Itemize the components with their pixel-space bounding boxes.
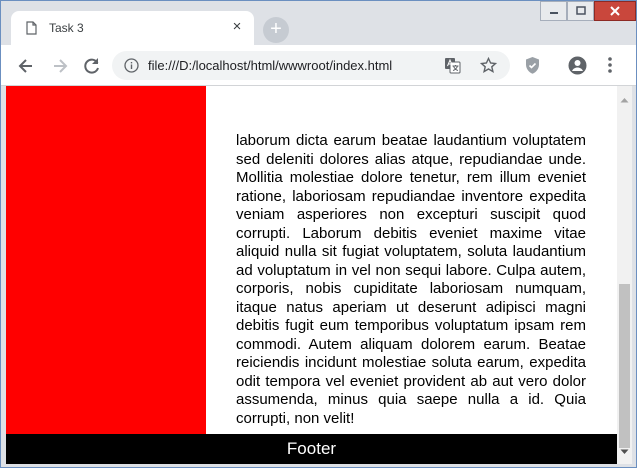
page-footer: Footer xyxy=(6,434,617,464)
close-tab-icon[interactable]: × xyxy=(228,18,246,36)
shield-extension-icon[interactable] xyxy=(524,56,541,80)
maximize-icon xyxy=(575,6,586,15)
tab-task-3[interactable]: Task 3 × xyxy=(11,11,254,45)
browser-window: Task 3 × + file:///D:/localhost/html/www xyxy=(0,0,637,468)
address-bar[interactable]: file:///D:/localhost/html/wwwroot/index.… xyxy=(112,51,510,80)
red-sidebar xyxy=(6,86,206,434)
info-icon[interactable] xyxy=(124,58,139,78)
scrollbar-thumb[interactable] xyxy=(619,284,630,448)
close-icon xyxy=(610,6,620,16)
forward-arrow-icon[interactable] xyxy=(49,55,71,77)
tab-title: Task 3 xyxy=(49,21,84,35)
maximize-button[interactable] xyxy=(567,1,594,21)
page-scrollbar[interactable] xyxy=(617,86,632,464)
document-icon xyxy=(26,21,37,35)
bookmark-star-icon[interactable] xyxy=(479,56,498,79)
reload-icon[interactable] xyxy=(81,55,103,77)
back-arrow-icon[interactable] xyxy=(15,55,37,77)
main-content: laborum dicta earum beatae laudantium vo… xyxy=(236,86,586,434)
minimize-button[interactable] xyxy=(540,1,567,21)
account-avatar-icon[interactable] xyxy=(568,56,587,80)
browser-toolbar: file:///D:/localhost/html/wwwroot/index.… xyxy=(1,45,636,86)
scroll-down-arrow-icon[interactable] xyxy=(620,442,629,460)
page-viewport: laborum dicta earum beatae laudantium vo… xyxy=(6,86,617,464)
url-text[interactable]: file:///D:/localhost/html/wwwroot/index.… xyxy=(148,58,392,73)
translate-icon[interactable] xyxy=(444,57,461,79)
new-tab-button[interactable]: + xyxy=(263,17,289,43)
close-window-button[interactable] xyxy=(594,1,636,21)
kebab-menu-icon[interactable] xyxy=(607,56,613,79)
body-paragraph: laborum dicta earum beatae laudantium vo… xyxy=(236,132,586,427)
minimize-icon xyxy=(549,12,558,14)
scroll-up-arrow-icon[interactable] xyxy=(620,90,629,108)
title-bar: Task 3 × + xyxy=(1,1,636,45)
